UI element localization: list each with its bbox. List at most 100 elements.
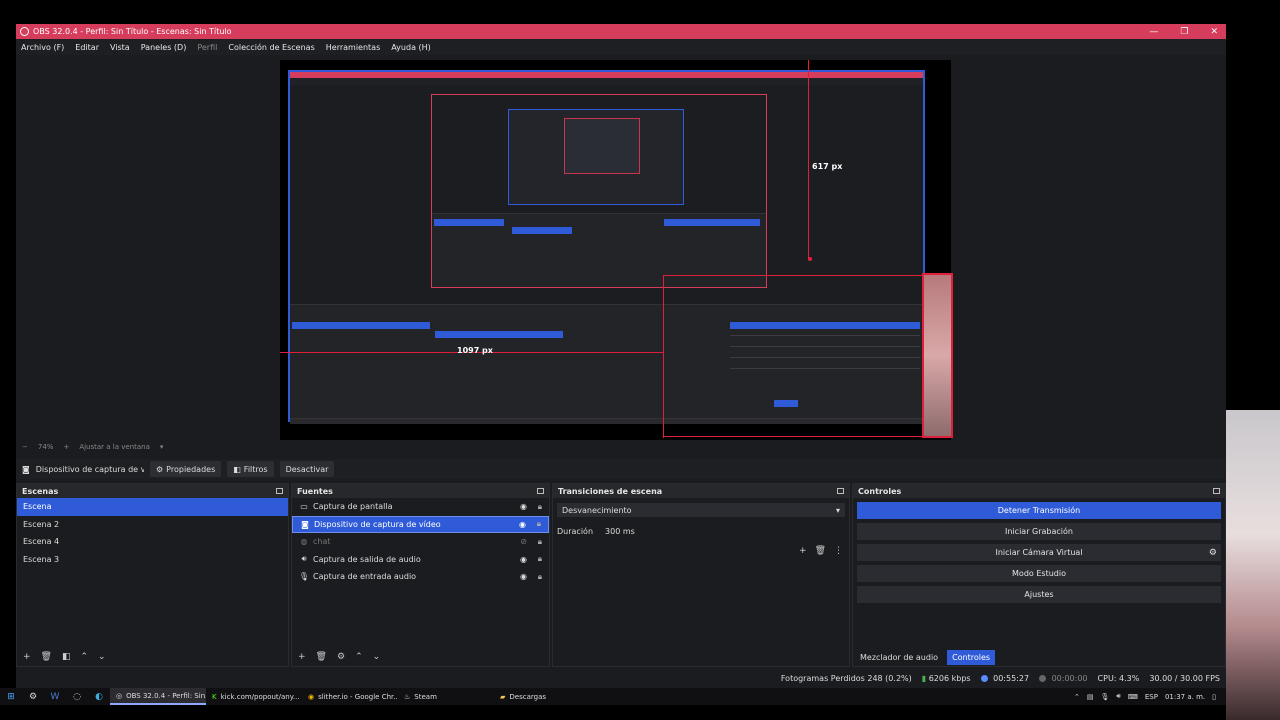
- volume-icon[interactable]: 🔊︎: [1116, 692, 1120, 701]
- scene-item[interactable]: Escena 2: [17, 516, 288, 534]
- taskbar: ⊞ ⚙ W ◌ ◐ ◎ OBS 32.0.4 - Perfil: Sin... …: [0, 688, 1226, 705]
- menu-paneles[interactable]: Paneles (D): [141, 43, 187, 52]
- eye-icon[interactable]: ◉: [519, 520, 526, 529]
- duration-input[interactable]: 300 ms: [601, 524, 845, 538]
- move-up-icon[interactable]: ⌃: [355, 652, 363, 662]
- edge-icon[interactable]: ◐: [88, 692, 110, 702]
- lock-icon[interactable]: 🔒︎: [538, 554, 542, 564]
- taskbar-app-steam[interactable]: ♨ Steam: [398, 688, 494, 705]
- menu-editar[interactable]: Editar: [75, 43, 99, 52]
- scene-item[interactable]: Escena: [17, 498, 288, 516]
- taskbar-app-obs[interactable]: ◎ OBS 32.0.4 - Perfil: Sin...: [110, 688, 206, 705]
- add-icon[interactable]: +: [23, 652, 31, 662]
- trash-icon[interactable]: 🗑: [41, 652, 52, 662]
- zoom-in-button[interactable]: +: [63, 443, 69, 451]
- preview-canvas[interactable]: 617 px 1097 px: [280, 60, 953, 441]
- menu-herramientas[interactable]: Herramientas: [326, 43, 381, 52]
- record-time: 00:00:00: [1051, 674, 1088, 683]
- scenes-title: Escenas: [22, 486, 59, 496]
- windows-start-icon[interactable]: ⊞: [0, 692, 22, 702]
- taskbar-app-kick[interactable]: K kick.com/popout/any...: [206, 688, 302, 705]
- add-icon[interactable]: +: [298, 652, 306, 662]
- eye-icon[interactable]: ◉: [520, 555, 527, 564]
- chrome-icon: ◉: [308, 692, 315, 701]
- gear-icon[interactable]: ⚙: [1209, 548, 1217, 558]
- source-item[interactable]: 🎙︎ Captura de entrada audio ◉ 🔒︎: [292, 568, 549, 586]
- word-icon[interactable]: W: [44, 692, 66, 702]
- lock-icon[interactable]: 🔒︎: [538, 537, 542, 547]
- transition-select[interactable]: Desvanecimiento ▾: [557, 503, 845, 517]
- source-item[interactable]: ◍ chat ⊘ 🔒︎: [292, 533, 549, 551]
- filters-button[interactable]: ◧ Filtros: [227, 461, 274, 477]
- language-indicator[interactable]: ESP: [1145, 693, 1158, 701]
- source-item[interactable]: 🔊︎ Captura de salida de audio ◉ 🔒︎: [292, 551, 549, 569]
- settings-app-icon[interactable]: ⚙: [22, 692, 44, 702]
- mic-icon[interactable]: 🎙︎: [1100, 693, 1109, 701]
- scene-item[interactable]: Escena 3: [17, 551, 288, 569]
- measure-width-label: 1097 px: [457, 346, 493, 355]
- move-down-icon[interactable]: ⌄: [373, 652, 381, 662]
- float-dock-icon[interactable]: [837, 488, 844, 494]
- filter-icon: ◧: [233, 464, 241, 474]
- fit-window-button[interactable]: Ajustar a la ventana: [79, 443, 150, 451]
- mic-icon: 🎙︎: [298, 572, 310, 582]
- lock-icon[interactable]: 🔒︎: [537, 519, 541, 529]
- menu-ayuda[interactable]: Ayuda (H): [391, 43, 431, 52]
- filter-icon[interactable]: ◧: [62, 652, 71, 662]
- deactivate-button[interactable]: Desactivar: [279, 461, 335, 477]
- lock-icon[interactable]: 🔒︎: [538, 572, 542, 582]
- menu-vista[interactable]: Vista: [110, 43, 130, 52]
- menu-archivo[interactable]: Archivo (F): [21, 43, 64, 52]
- menu-perfil[interactable]: Perfil: [197, 43, 217, 52]
- eye-icon[interactable]: ◉: [520, 502, 527, 511]
- float-dock-icon[interactable]: [1213, 488, 1220, 494]
- menu-coleccion[interactable]: Colección de Escenas: [228, 43, 314, 52]
- zoom-out-button[interactable]: −: [22, 443, 28, 451]
- maximize-button[interactable]: ❐: [1180, 27, 1188, 37]
- nested-obs-capture-4: [564, 118, 640, 174]
- keyboard-icon[interactable]: ⌨: [1128, 693, 1138, 701]
- move-down-icon[interactable]: ⌄: [98, 652, 106, 662]
- float-dock-icon[interactable]: [537, 488, 544, 494]
- add-icon[interactable]: +: [799, 546, 807, 556]
- lock-icon[interactable]: 🔒︎: [538, 502, 542, 512]
- source-item[interactable]: ▭ Captura de pantalla ◉ 🔒︎: [292, 498, 549, 516]
- float-dock-icon[interactable]: [276, 488, 283, 494]
- webcam-source: [922, 273, 953, 438]
- controls-dock: Controles Detener Transmisión Iniciar Gr…: [852, 483, 1226, 667]
- system-tray: ⌃ ▤ 🎙︎ 🔊︎ ⌨ ESP 01:37 a. m. ▯: [1074, 692, 1226, 701]
- title-bar: OBS 32.0.4 - Perfil: Sin Título - Escena…: [16, 24, 1226, 39]
- nested-obs-capture: [288, 70, 925, 424]
- properties-button[interactable]: ⚙ Propiedades: [150, 461, 222, 477]
- more-icon[interactable]: ⋮: [834, 546, 843, 556]
- gear-icon[interactable]: ⚙: [337, 652, 345, 662]
- source-item[interactable]: ◙ Dispositivo de captura de vídeo ◉ 🔒︎: [292, 515, 549, 533]
- app-icon[interactable]: ◌: [66, 692, 88, 702]
- eye-icon[interactable]: ◉: [520, 572, 527, 581]
- chevron-down-icon: ▾: [835, 505, 840, 515]
- move-up-icon[interactable]: ⌃: [81, 652, 89, 662]
- tab-controls[interactable]: Controles: [947, 649, 996, 665]
- start-recording-button[interactable]: Iniciar Grabación: [857, 523, 1221, 540]
- zoom-dropdown-icon[interactable]: ▾: [160, 443, 164, 451]
- eye-hidden-icon[interactable]: ⊘: [520, 537, 527, 546]
- clock[interactable]: 01:37 a. m.: [1165, 693, 1205, 701]
- settings-button[interactable]: Ajustes: [857, 586, 1221, 603]
- trash-icon[interactable]: 🗑: [815, 546, 826, 556]
- nested-obs-capture-2: [431, 94, 767, 288]
- studio-mode-button[interactable]: Modo Estudio: [857, 565, 1221, 582]
- tray-chevron-icon[interactable]: ⌃: [1074, 693, 1080, 701]
- virtual-camera-button[interactable]: Iniciar Cámara Virtual ⚙: [857, 544, 1221, 561]
- scene-item[interactable]: Escena 4: [17, 533, 288, 551]
- stop-stream-button[interactable]: Detener Transmisión: [857, 502, 1221, 519]
- wifi-icon[interactable]: ▤: [1087, 693, 1094, 701]
- taskbar-app-downloads[interactable]: ▰ Descargas: [494, 688, 590, 705]
- notifications-icon[interactable]: ▯: [1212, 693, 1216, 701]
- fps: 30.00 / 30.00 FPS: [1149, 674, 1220, 683]
- taskbar-app-chrome[interactable]: ◉ slither.io - Google Chr...: [302, 688, 398, 705]
- speaker-icon: 🔊︎: [301, 554, 307, 564]
- tab-audio-mixer[interactable]: Mezclador de audio: [855, 650, 943, 665]
- minimize-button[interactable]: —: [1149, 27, 1158, 37]
- trash-icon[interactable]: 🗑: [316, 652, 327, 662]
- close-button[interactable]: ✕: [1210, 27, 1218, 37]
